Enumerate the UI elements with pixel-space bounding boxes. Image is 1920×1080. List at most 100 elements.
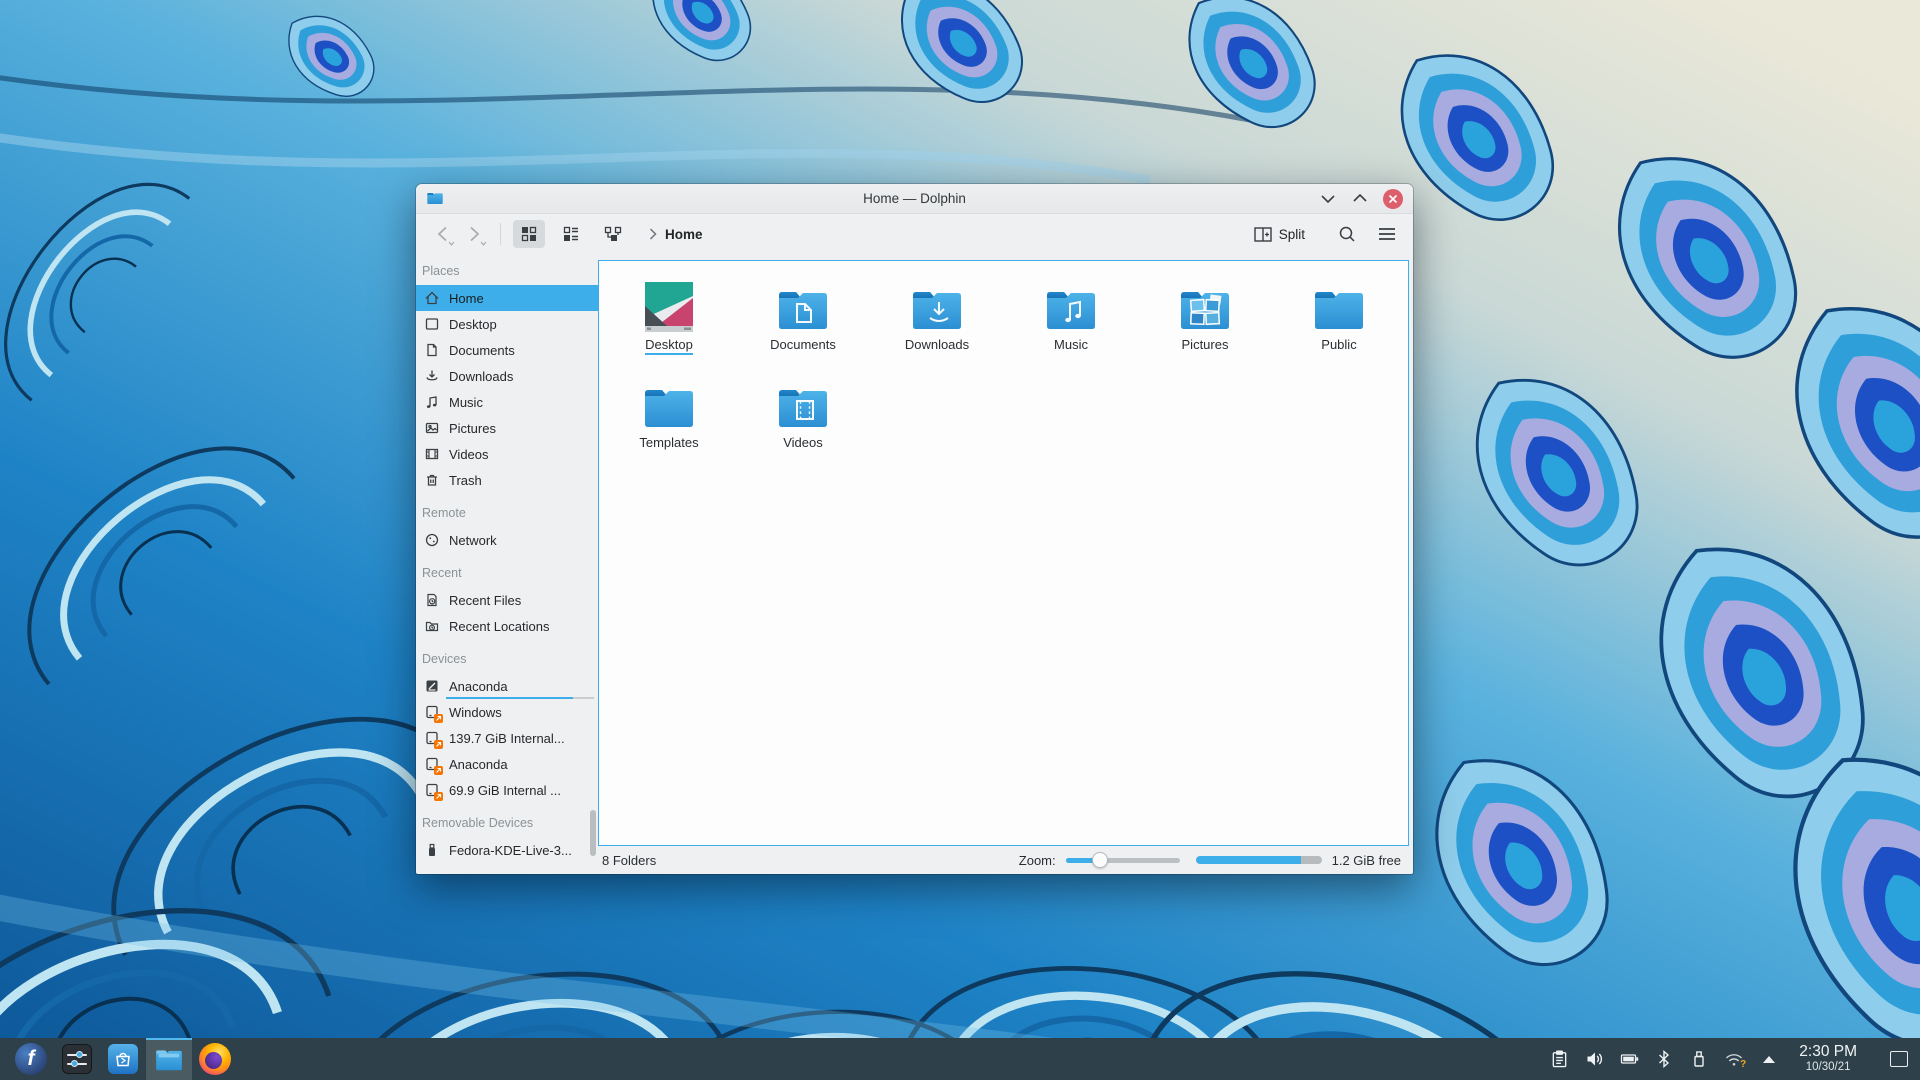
folder-item-desktop[interactable]: Desktop — [602, 274, 736, 372]
sidebar-item-device-anaconda2[interactable]: Anaconda — [416, 751, 598, 777]
show-desktop-button[interactable] — [1890, 1051, 1908, 1067]
battery-tray-icon[interactable] — [1616, 1046, 1642, 1072]
sidebar-item-recent-locations[interactable]: Recent Locations — [416, 613, 598, 639]
sidebar-item-label: Downloads — [449, 369, 513, 384]
fedora-logo-icon: f — [15, 1043, 47, 1075]
forward-button[interactable] — [460, 220, 488, 248]
hard-drive-icon — [423, 678, 440, 695]
sidebar-item-label: Recent Locations — [449, 619, 549, 634]
launcher-discover[interactable] — [100, 1038, 146, 1080]
remote-header: Remote — [422, 506, 590, 522]
close-button[interactable] — [1383, 189, 1403, 209]
sidebar-item-device-windows[interactable]: Windows — [416, 699, 598, 725]
document-icon — [423, 342, 440, 359]
desktop-icon — [423, 316, 440, 333]
usb-drive-icon — [423, 842, 440, 859]
unmounted-badge — [434, 792, 443, 801]
minimize-button[interactable] — [1319, 190, 1337, 208]
sidebar-item-videos[interactable]: Videos — [416, 441, 598, 467]
folder-item-videos[interactable]: Videos — [736, 372, 870, 470]
home-icon — [423, 290, 440, 307]
sidebar-item-documents[interactable]: Documents — [416, 337, 598, 363]
dolphin-app-icon — [426, 191, 444, 207]
image-icon — [423, 420, 440, 437]
sidebar-item-home[interactable]: Home — [416, 285, 598, 311]
hard-drive-icon — [423, 756, 440, 773]
folder-label: Public — [1321, 337, 1356, 352]
sidebar-item-network[interactable]: Network — [416, 527, 598, 553]
sidebar-item-label: Fedora-KDE-Live-3... — [449, 843, 572, 858]
breadcrumb-home[interactable]: Home — [665, 227, 703, 242]
titlebar[interactable]: Home — Dolphin — [416, 184, 1413, 214]
details-view-button[interactable] — [597, 220, 629, 248]
music-note-icon — [423, 394, 440, 411]
folder-item-music[interactable]: Music — [1004, 274, 1138, 372]
app-launcher-fedora[interactable]: f — [8, 1038, 54, 1080]
compact-view-button[interactable] — [555, 220, 587, 248]
sidebar-item-label: Desktop — [449, 317, 497, 332]
folder-label: Templates — [639, 435, 698, 450]
launcher-system-settings[interactable] — [54, 1038, 100, 1080]
folder-item-downloads[interactable]: Downloads — [870, 274, 1004, 372]
sidebar-item-label: 139.7 GiB Internal... — [449, 731, 565, 746]
expand-tray-icon[interactable] — [1756, 1046, 1782, 1072]
sidebar-item-desktop[interactable]: Desktop — [416, 311, 598, 337]
folder-label: Pictures — [1182, 337, 1229, 352]
sidebar-item-label: Trash — [449, 473, 482, 488]
icons-view-button[interactable] — [513, 220, 545, 248]
zoom-label: Zoom: — [1019, 853, 1056, 868]
statusbar: 8 Folders Zoom: 1.2 GiB free — [598, 846, 1409, 874]
sidebar-item-removable-fedora[interactable]: Fedora-KDE-Live-3... — [416, 837, 598, 863]
sidebar-item-label: Videos — [449, 447, 489, 462]
folder-item-documents[interactable]: Documents — [736, 274, 870, 372]
clipboard-tray-icon[interactable] — [1546, 1046, 1572, 1072]
settings-sliders-icon — [62, 1044, 92, 1074]
zoom-slider[interactable] — [1066, 852, 1180, 868]
sidebar-item-downloads[interactable]: Downloads — [416, 363, 598, 389]
back-button[interactable] — [428, 220, 456, 248]
desktop-preview-icon — [645, 274, 693, 332]
split-button[interactable]: Split — [1254, 227, 1305, 242]
sidebar-item-label: Anaconda — [449, 679, 508, 694]
recent-file-icon — [423, 592, 440, 609]
unmounted-badge — [434, 766, 443, 775]
removable-device-tray-icon[interactable] — [1686, 1046, 1712, 1072]
search-icon[interactable] — [1333, 220, 1361, 248]
recent-header: Recent — [422, 566, 590, 582]
unmounted-badge — [434, 740, 443, 749]
sidebar-item-label: Pictures — [449, 421, 496, 436]
folder-label: Videos — [783, 435, 823, 450]
volume-tray-icon[interactable] — [1581, 1046, 1607, 1072]
removable-devices-header: Removable Devices — [422, 816, 590, 832]
recent-folder-icon — [423, 618, 440, 635]
sidebar-item-device-internal2[interactable]: 69.9 GiB Internal ... — [416, 777, 598, 803]
sidebar-item-pictures[interactable]: Pictures — [416, 415, 598, 441]
zoom-slider-handle[interactable] — [1092, 852, 1108, 868]
folder-label: Documents — [770, 337, 836, 352]
sidebar-item-recent-files[interactable]: Recent Files — [416, 587, 598, 613]
sidebar-scrollbar[interactable] — [590, 810, 596, 856]
items-count: 8 Folders — [602, 853, 656, 868]
sidebar-item-label: Music — [449, 395, 483, 410]
devices-header: Devices — [422, 652, 590, 668]
folder-item-public[interactable]: Public — [1272, 274, 1406, 372]
music-folder-icon — [1043, 274, 1099, 332]
dolphin-window: Home — Dolphin — [416, 184, 1413, 874]
breadcrumb: Home — [649, 227, 703, 242]
folder-item-pictures[interactable]: Pictures — [1138, 274, 1272, 372]
sidebar-item-device-anaconda[interactable]: Anaconda — [416, 673, 598, 699]
sidebar-item-device-internal1[interactable]: 139.7 GiB Internal... — [416, 725, 598, 751]
toolbar: Home Split — [416, 214, 1413, 254]
sidebar-item-label: Anaconda — [449, 757, 508, 772]
task-dolphin[interactable] — [146, 1038, 192, 1080]
folder-item-templates[interactable]: Templates — [602, 372, 736, 470]
folder-view[interactable]: Desktop Documents — [598, 260, 1409, 846]
launcher-firefox[interactable] — [192, 1038, 238, 1080]
hamburger-menu-icon[interactable] — [1373, 220, 1401, 248]
clock-widget[interactable]: 2:30 PM 10/30/21 — [1799, 1043, 1857, 1074]
maximize-button[interactable] — [1351, 190, 1369, 208]
bluetooth-tray-icon[interactable] — [1651, 1046, 1677, 1072]
sidebar-item-trash[interactable]: Trash — [416, 467, 598, 493]
wifi-tray-icon[interactable]: ? — [1721, 1046, 1747, 1072]
sidebar-item-music[interactable]: Music — [416, 389, 598, 415]
